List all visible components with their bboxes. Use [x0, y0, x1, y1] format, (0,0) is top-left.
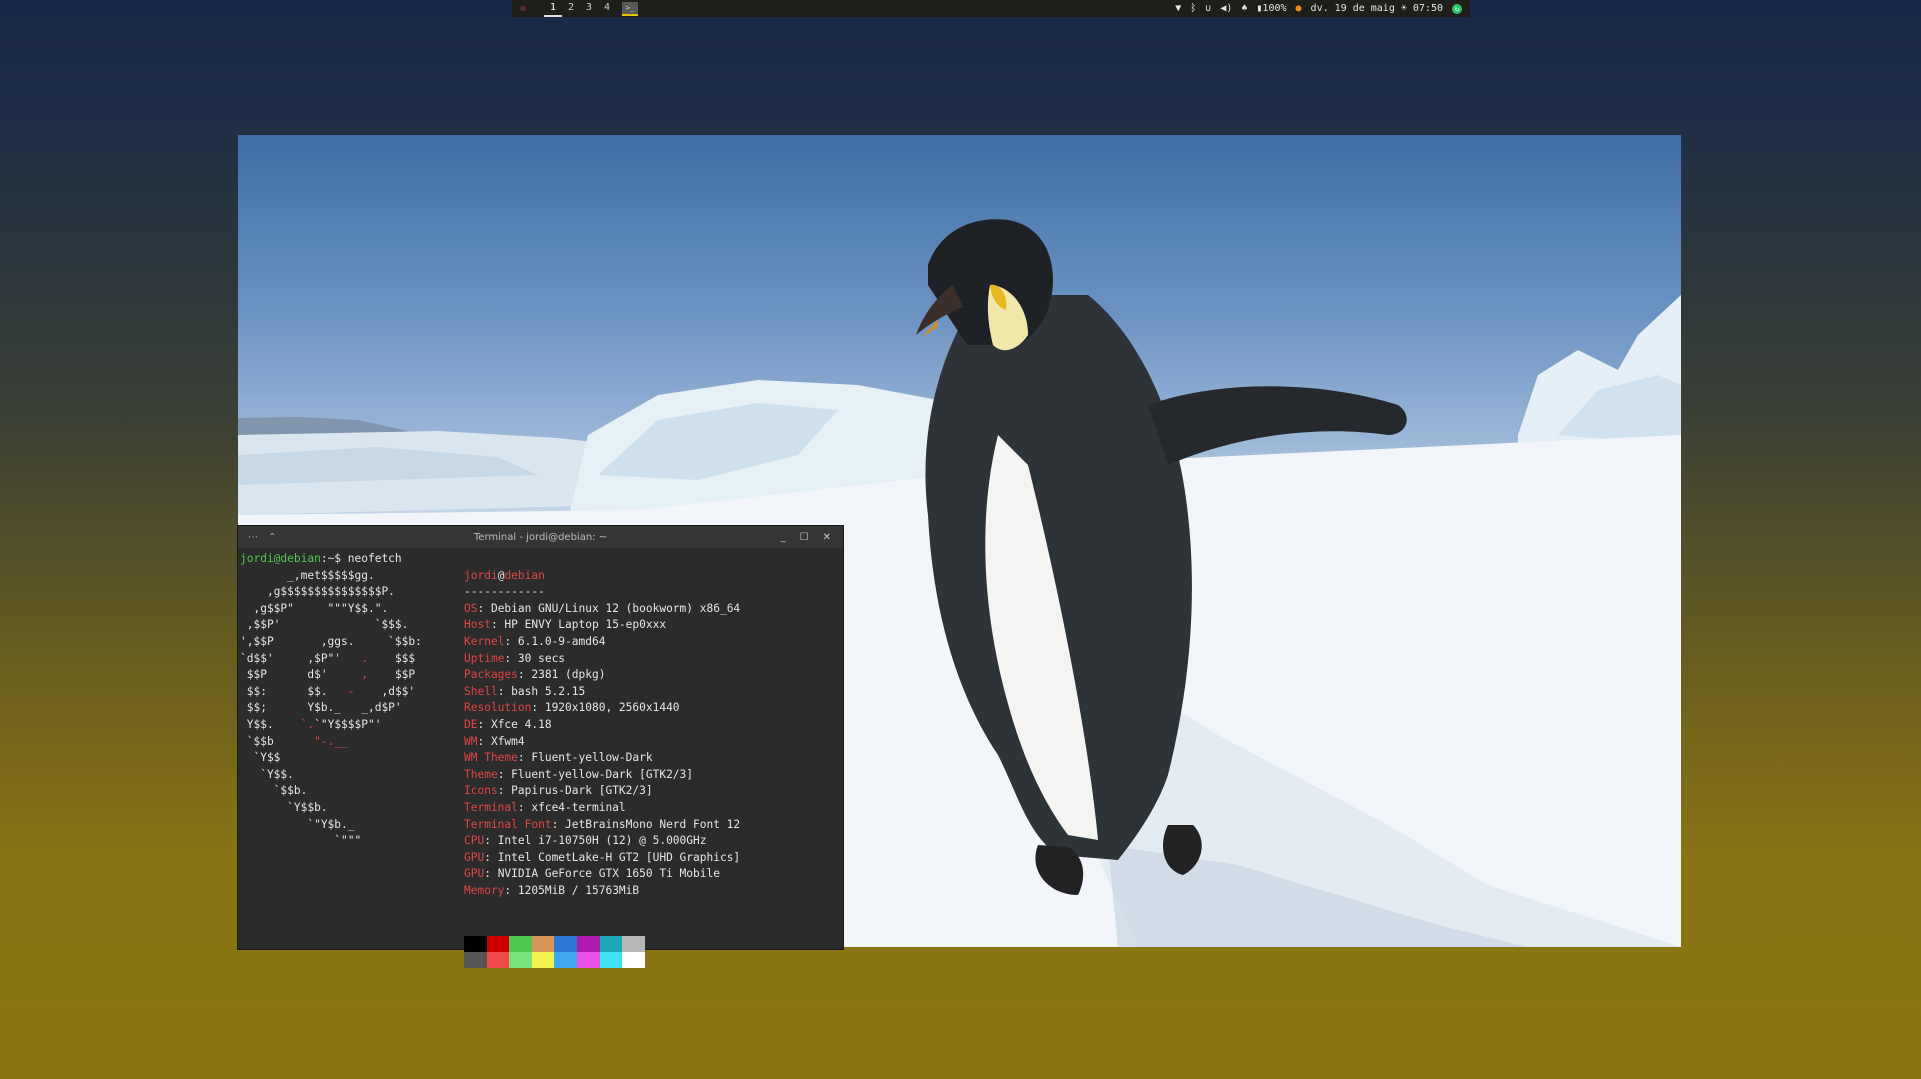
palette-swatch — [554, 936, 577, 952]
info-row: OS: Debian GNU/Linux 12 (bookworm) x86_6… — [464, 601, 741, 615]
info-row: Icons: Papirus-Dark [GTK2/3] — [464, 784, 653, 798]
wifi-icon[interactable]: ▼ — [1175, 3, 1181, 14]
info-row: Theme: Fluent-yellow-Dark [GTK2/3] — [464, 767, 694, 781]
info-row: Kernel: 6.1.0-9-amd64 — [464, 634, 606, 648]
workspace-3[interactable]: 3 — [580, 0, 598, 15]
terminal-window[interactable]: ⋯ ⌃ Terminal - jordi@debian: ~ _ ☐ ✕ jor… — [237, 525, 844, 968]
info-row: Resolution: 1920x1080, 2560x1440 — [464, 701, 680, 715]
maximize-button[interactable]: ☐ — [800, 532, 809, 543]
palette-swatch — [531, 952, 555, 968]
debian-ascii-logo: _,met$$$$$gg. ,g$$$$$$$$$$$$$$$P. ,g$$P"… — [240, 568, 422, 848]
palette-swatch — [486, 936, 510, 952]
palette-swatch — [509, 936, 532, 952]
update-icon[interactable]: ↻ — [1452, 3, 1462, 14]
info-row: Packages: 2381 (dpkg) — [464, 668, 606, 682]
weather-icon[interactable]: ● — [1296, 3, 1302, 14]
clock[interactable]: dv. 19 de maig ☀ 07:50 — [1311, 3, 1443, 14]
info-separator: ------------ — [464, 585, 545, 599]
window-title: Terminal - jordi@debian: ~ — [473, 531, 608, 543]
info-row: WM Theme: Fluent-yellow-Dark — [464, 751, 653, 765]
workspace-4[interactable]: 4 — [598, 0, 616, 15]
system-tray: ▼ ᛒ ∪ ◀) ♠ ▮100% ● dv. 19 de maig ☀ 07:5… — [1175, 3, 1462, 14]
info-row: CPU: Intel i7-10750H (12) @ 5.000GHz — [464, 834, 707, 848]
palette-swatch — [576, 952, 600, 968]
info-row: Uptime: 30 secs — [464, 651, 566, 665]
info-row: Host: HP ENVY Laptop 15-ep0xxx — [464, 618, 667, 632]
info-header: jordi@debian — [464, 568, 545, 582]
workspace-switcher: 1 2 3 4 — [544, 0, 616, 17]
prompt-user: jordi@debian — [240, 552, 321, 565]
info-row: GPU: Intel CometLake-H GT2 [UHD Graphics… — [464, 850, 741, 864]
battery-status[interactable]: ▮100% — [1256, 3, 1286, 14]
info-row: Terminal Font: JetBrainsMono Nerd Font 1… — [464, 817, 741, 831]
info-row: GPU: NVIDIA GeForce GTX 1650 Ti Mobile — [464, 867, 720, 881]
palette-swatch — [554, 952, 577, 968]
workspace-1[interactable]: 1 — [544, 0, 562, 17]
system-info: jordi@debian ------------ OS: Debian GNU… — [464, 568, 740, 900]
palette-swatch — [576, 936, 600, 952]
palette-swatch — [464, 936, 487, 952]
debian-swirl-icon[interactable]: ● — [520, 3, 530, 14]
bluetooth-icon[interactable]: ᛒ — [1190, 3, 1196, 14]
top-panel: ● 1 2 3 4 >_ ▼ ᛒ ∪ ◀) ♠ ▮100% ● dv. 19 d… — [512, 0, 1470, 17]
window-menu-icon[interactable]: ⋯ — [248, 532, 258, 543]
prompt-command: :~$ neofetch — [320, 552, 402, 565]
workspace-2[interactable]: 2 — [562, 0, 580, 15]
palette-swatch — [622, 952, 645, 968]
info-row: Memory: 1205MiB / 15763MiB — [464, 883, 640, 897]
battery-percent: 100% — [1262, 3, 1287, 14]
terminal-task-icon[interactable]: >_ — [622, 1, 638, 16]
palette-swatch — [599, 952, 623, 968]
headphones-icon[interactable]: ∪ — [1205, 3, 1211, 14]
close-button[interactable]: ✕ — [823, 532, 831, 543]
color-palette — [464, 936, 645, 968]
info-row: DE: Xfce 4.18 — [464, 717, 552, 731]
info-row: WM: Xfwm4 — [464, 734, 525, 748]
notification-bell-icon[interactable]: ♠ — [1241, 3, 1247, 14]
palette-swatch — [531, 936, 555, 952]
palette-swatch — [599, 936, 623, 952]
info-row: Shell: bash 5.2.15 — [464, 684, 586, 698]
shell-prompt: jordi@debian:~$ neofetch — [240, 551, 402, 568]
info-row: Terminal: xfce4-terminal — [464, 800, 626, 814]
terminal-titlebar[interactable]: ⋯ ⌃ Terminal - jordi@debian: ~ _ ☐ ✕ — [238, 526, 843, 548]
shade-icon[interactable]: ⌃ — [268, 532, 276, 543]
palette-swatch — [486, 952, 510, 968]
palette-swatch — [509, 952, 532, 968]
minimize-button[interactable]: _ — [781, 532, 786, 543]
volume-icon[interactable]: ◀) — [1220, 3, 1232, 14]
palette-swatch — [464, 952, 487, 968]
palette-swatch — [622, 936, 645, 952]
